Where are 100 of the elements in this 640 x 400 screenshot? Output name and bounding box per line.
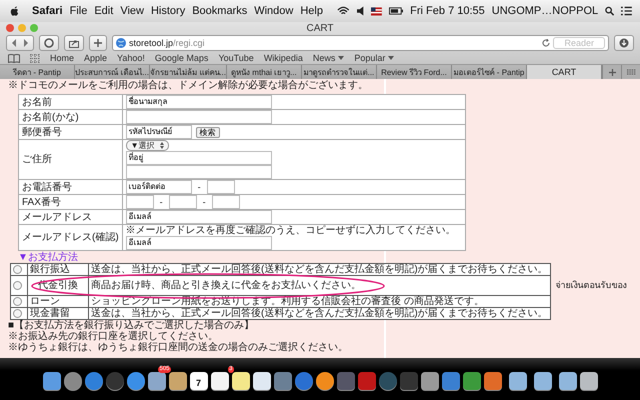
download-icon [619,38,629,48]
payment-label: 現金書留 [30,308,70,319]
payment-description: 送金は、当社から、正式メール回答後(送料などを含んだ支払金額を明記)が届くまでお待ちください。 [91,264,548,275]
bookmark-link[interactable]: Yahoo! [117,53,145,63]
flag-icon[interactable] [370,6,382,16]
bookmark-link[interactable]: Popular [354,53,394,63]
browser-tab[interactable]: ดูหนัง mthai เยาวู... [226,65,302,79]
close-button[interactable] [6,24,14,32]
payment-label: ローン [30,296,60,307]
dash-text: - [158,196,164,208]
text-field[interactable]: ชื่อนามสกุล [126,95,272,109]
phone-field[interactable] [212,195,240,209]
share-button[interactable] [64,35,84,51]
add-button[interactable] [89,35,107,51]
app-icon[interactable] [420,372,438,390]
dash-text: - [202,196,207,208]
volume-icon[interactable] [356,6,364,16]
new-tab-button[interactable] [602,65,621,79]
bookmark-link[interactable]: Apple [84,53,108,63]
app-icon[interactable] [126,372,144,390]
menu-item[interactable]: History [150,5,186,17]
browser-tab[interactable]: ประสบการณ์ เดือนไ... [75,65,150,79]
note-text: ■【お支払方法を銀行振り込みでご選択した場合のみ】 [8,320,256,331]
reload-icon[interactable] [542,39,550,47]
history-button[interactable] [39,35,59,51]
battery-icon[interactable] [388,7,404,15]
menu-item[interactable]: File [70,5,88,17]
download-button[interactable] [614,35,634,51]
menu-item[interactable]: Bookmarks [192,5,248,17]
globe-icon [116,38,126,48]
text-field[interactable]: อีเมลล์ [126,210,272,224]
radio-button[interactable] [13,281,22,290]
bookmark-link[interactable]: Wikipedia [264,53,303,63]
app-icon[interactable]: 7 [190,372,208,390]
app-icon[interactable] [252,372,270,390]
bookmark-link[interactable]: Home [50,53,74,63]
app-icon[interactable] [534,372,552,390]
grid-icon[interactable] [30,54,40,62]
phone-field[interactable] [168,195,197,209]
phone-field[interactable] [126,195,154,209]
menu-item[interactable]: Edit [94,5,114,17]
phone-field[interactable] [206,180,235,194]
search-icon[interactable] [605,6,614,16]
text-field[interactable] [126,110,272,124]
menu-item[interactable]: Safari [32,5,63,17]
bookmark-link[interactable]: YouTube [218,53,254,63]
grid-icon [626,69,636,75]
app-icon[interactable] [64,372,82,390]
arrows-icon [11,39,29,47]
back-forward-button[interactable] [6,35,34,51]
bookmark-link[interactable]: News [312,53,344,63]
browser-tab[interactable]: CART [526,65,602,79]
browser-tab[interactable]: Review รีวิว Ford... [376,65,452,79]
app-icon[interactable] [210,372,228,390]
user-name[interactable]: UNGOMP…NOPPOL [492,5,598,17]
bookmark-link[interactable]: Google Maps [154,53,208,63]
stepper-icon [160,142,164,149]
phone-field[interactable]: เบอร์ติดต่อ [126,180,192,194]
field-label: お名前 [18,94,122,110]
radio-button[interactable] [13,297,22,306]
browser-tab[interactable]: จักรยานไม่ล้ม แต่คน... [150,65,227,79]
address-field[interactable] [126,165,272,179]
app-icon[interactable] [168,372,186,390]
note-text: ※ゆうちょ銀行は、ゆうちょ銀行口座間の送金の場合のみご選択ください。 [8,342,349,353]
prefecture-dropdown[interactable]: ▼選択 [126,140,169,151]
wifi-icon[interactable] [336,6,350,16]
browser-tab[interactable]: มาดูรถตำรวจในแต่... [302,65,377,79]
address-field[interactable]: storetool.jp/regi.cgi Reader [112,35,609,51]
search-button[interactable]: 検索 [196,126,220,138]
apple-logo-icon[interactable] [10,5,20,17]
app-icon[interactable] [42,372,60,390]
clock-text[interactable]: Fri Feb 7 10:55 [410,5,485,17]
plus-icon [608,68,616,76]
app-icon[interactable] [484,372,502,390]
menu-item[interactable]: Window [254,5,294,17]
book-icon[interactable] [8,54,20,62]
field-label: メールアドレス [18,210,122,224]
radio-button[interactable] [13,309,22,318]
section-heading: ▼お支払方法 [18,252,79,263]
browser-tab[interactable]: มอเตอร์ไซค์ - Pantip [452,65,527,79]
menu-item[interactable]: View [120,5,144,17]
list-icon[interactable] [621,6,632,16]
share-icon [69,38,79,48]
tab-overview-button[interactable] [621,65,640,79]
browser-tab[interactable]: รีดดา - Pantip [0,65,76,79]
field-label: お電話番号 [18,180,122,194]
app-icon[interactable] [316,372,334,390]
radio-button[interactable] [13,265,22,274]
menu-item[interactable]: Help [300,5,323,17]
address-field[interactable]: ที่อยู่ [126,151,272,165]
caret-icon [388,56,394,60]
app-icon[interactable] [148,372,166,390]
text-field[interactable]: อีเมลล์ [126,236,272,250]
field-label: ご住所 [18,140,122,180]
app-icon[interactable] [232,372,250,390]
payment-description: 商品お届け時、商品と引き換えに代金をお支払いください。 [91,280,361,291]
postal-code-field[interactable]: รหัสไปรษณีย์ [126,125,192,139]
app-icon[interactable] [558,372,576,390]
app-icon[interactable] [508,372,526,390]
app-icon[interactable] [580,372,598,390]
